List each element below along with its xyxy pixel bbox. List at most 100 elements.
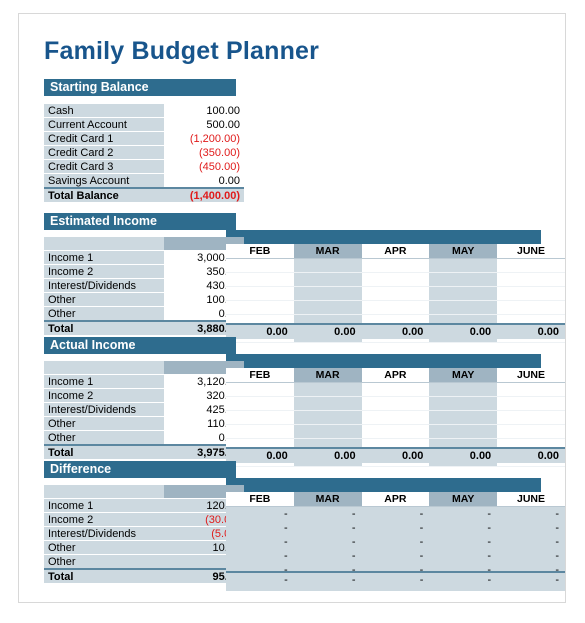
estimated-income-cell-r3-may[interactable] (429, 300, 498, 315)
actual-income-cell-r2-apr[interactable] (361, 410, 430, 425)
table-row: Other 100.00 (44, 292, 244, 307)
table-row: Other0.00 (44, 306, 244, 322)
starting-balance-value-0[interactable]: 100.00 (164, 104, 244, 118)
actual-income-header-spacer (44, 361, 164, 375)
difference-month-header-may: MAY (429, 492, 498, 507)
difference-cell-r0-may: - (429, 506, 498, 521)
estimated-income-cell-r3-june[interactable] (497, 300, 565, 315)
table-row: Income 1 3,000.00 (44, 250, 244, 265)
estimated-income-cell-r0-feb[interactable] (226, 258, 294, 273)
difference-label-1: Income 2 (44, 512, 164, 527)
estimated-income-cell-r3-apr[interactable] (361, 300, 430, 315)
estimated-income-cell-r1-mar[interactable] (293, 272, 362, 287)
estimated-income-cell-r0-june[interactable] (497, 258, 565, 273)
difference-month-total-june: - (497, 571, 565, 587)
table-row: Cash 100.00 (44, 104, 244, 118)
estimated-income-cell-r2-june[interactable] (497, 286, 565, 301)
actual-income-cell-r3-june[interactable] (497, 424, 565, 439)
estimated-income-cell-r1-feb[interactable] (226, 272, 294, 287)
estimated-income-cell-r2-may[interactable] (429, 286, 498, 301)
table-row (226, 410, 565, 425)
estimated-income-cell-r0-may[interactable] (429, 258, 498, 273)
starting-balance-value-5[interactable]: 0.00 (164, 173, 244, 189)
table-row-total: Total 3,880.00 (44, 320, 244, 335)
starting-balance-value-3[interactable]: (350.00) (164, 145, 244, 160)
difference-month-header-apr: APR (361, 492, 430, 507)
estimated-income-month-header-mar: MAR (293, 244, 362, 259)
actual-income-cell-r3-apr[interactable] (361, 424, 430, 439)
estimated-income-month-total-mar: 0.00 (293, 323, 362, 339)
section-header-estimated-income: Estimated Income (44, 213, 236, 230)
estimated-income-cell-r2-apr[interactable] (361, 286, 430, 301)
difference-month-header-june: JUNE (497, 492, 565, 507)
actual-income-label-2: Interest/Dividends (44, 402, 164, 417)
difference-cell-r1-feb: - (226, 520, 294, 535)
actual-income-left-table: Income 1 3,120.00 Income 2 320.00 Interest/D… (44, 361, 244, 459)
estimated-income-month-total-feb: 0.00 (226, 323, 294, 339)
actual-income-cell-r2-feb[interactable] (226, 410, 294, 425)
actual-income-cell-r1-apr[interactable] (361, 396, 430, 411)
table-row-clipped-header (44, 237, 244, 251)
actual-income-cell-r3-may[interactable] (429, 424, 498, 439)
table-row: Other- (44, 554, 244, 570)
difference-cell-r3-feb: - (226, 548, 294, 563)
actual-income-cell-r2-may[interactable] (429, 410, 498, 425)
starting-balance-value-4[interactable]: (450.00) (164, 159, 244, 174)
difference-month-total-mar: - (293, 571, 362, 587)
table-row: ----- (226, 548, 565, 563)
actual-income-cell-r3-feb[interactable] (226, 424, 294, 439)
month-totals-row: 0.00 0.00 0.00 0.00 0.00 (226, 323, 565, 339)
actual-income-cell-r0-apr[interactable] (361, 382, 430, 397)
actual-income-total-label: Total (44, 444, 164, 459)
estimated-income-cell-r0-apr[interactable] (361, 258, 430, 273)
estimated-income-total-label: Total (44, 320, 164, 335)
table-row: Income 2 320.00 (44, 388, 244, 403)
difference-cell-r1-june: - (497, 520, 565, 535)
actual-income-month-header-june: JUNE (497, 368, 565, 383)
section-header-actual-income: Actual Income (44, 337, 236, 354)
actual-income-cell-r2-mar[interactable] (293, 410, 362, 425)
table-row (226, 424, 565, 439)
difference-month-header-mar: MAR (293, 492, 362, 507)
starting-balance-label-5: Savings Account (44, 173, 164, 189)
estimated-income-cell-r1-may[interactable] (429, 272, 498, 287)
estimated-income-cell-r2-mar[interactable] (293, 286, 362, 301)
starting-balance-label-2: Credit Card 1 (44, 131, 164, 146)
difference-cell-r3-june: - (497, 548, 565, 563)
actual-income-cell-r0-june[interactable] (497, 382, 565, 397)
actual-income-cell-r1-feb[interactable] (226, 396, 294, 411)
actual-income-month-total-mar: 0.00 (293, 447, 362, 463)
actual-income-cell-r0-feb[interactable] (226, 382, 294, 397)
starting-balance-value-2[interactable]: (1,200.00) (164, 131, 244, 146)
estimated-income-cell-r0-mar[interactable] (293, 258, 362, 273)
starting-balance-label-0: Cash (44, 104, 164, 118)
actual-income-cell-r1-may[interactable] (429, 396, 498, 411)
estimated-income-cell-r3-feb[interactable] (226, 300, 294, 315)
table-row (226, 258, 565, 273)
estimated-income-header-spacer (44, 237, 164, 251)
section-header-difference: Difference (44, 461, 236, 478)
estimated-income-cell-r1-apr[interactable] (361, 272, 430, 287)
table-row: ----- (226, 534, 565, 549)
table-row: Other 110.00 (44, 416, 244, 431)
estimated-income-cell-r1-june[interactable] (497, 272, 565, 287)
table-row: Credit Card 2 (350.00) (44, 145, 244, 160)
actual-income-cell-r3-mar[interactable] (293, 424, 362, 439)
month-totals-row: 0.00 0.00 0.00 0.00 0.00 (226, 447, 565, 463)
actual-income-cell-r1-mar[interactable] (293, 396, 362, 411)
table-row: Other0.00 (44, 430, 244, 446)
actual-income-cell-r2-june[interactable] (497, 410, 565, 425)
month-header-row: FEB MAR APR MAY JUNE (226, 492, 565, 507)
estimated-income-cell-r3-mar[interactable] (293, 300, 362, 315)
actual-income-cell-r0-mar[interactable] (293, 382, 362, 397)
difference-cell-r0-mar: - (293, 506, 362, 521)
actual-income-cell-r0-may[interactable] (429, 382, 498, 397)
table-row: Interest/Dividends 430.00 (44, 278, 244, 293)
estimated-income-cell-r2-feb[interactable] (226, 286, 294, 301)
table-row: ----- (226, 506, 565, 521)
table-row: Interest/Dividends 425.00 (44, 402, 244, 417)
table-row (226, 382, 565, 397)
estimated-income-month-total-apr: 0.00 (361, 323, 430, 339)
actual-income-cell-r1-june[interactable] (497, 396, 565, 411)
starting-balance-value-1[interactable]: 500.00 (164, 117, 244, 132)
